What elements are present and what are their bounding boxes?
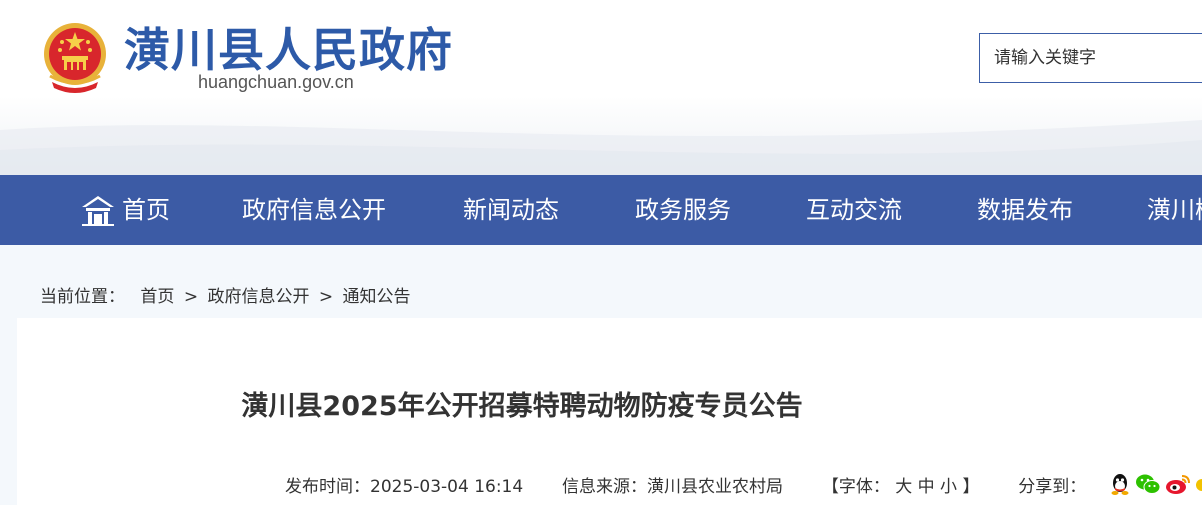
weibo-icon[interactable] [1165, 472, 1191, 496]
national-emblem-icon [44, 23, 106, 93]
site-title[interactable]: 潢川县人民政府 [124, 14, 453, 80]
site-domain: huangchuan.gov.cn [198, 72, 354, 92]
article-meta: 发布时间：2025-03-04 16:14 信息来源：潢川县农业农村局 【字体：… [285, 472, 1086, 497]
font-size-close: 】 [962, 477, 980, 497]
nav-item-home[interactable]: 首页 [122, 175, 170, 245]
article-container: 潢川县2025年公开招募特聘动物防疫专员公告 发布时间：2025-03-04 1… [17, 318, 1202, 505]
nav-item-interaction[interactable]: 互动交流 [806, 175, 902, 245]
main-nav: 首页 政府信息公开 新闻动态 政务服务 互动交流 数据发布 潢川概 [0, 175, 1202, 245]
search-box [979, 33, 1202, 83]
nav-item-data[interactable]: 数据发布 [977, 175, 1073, 245]
wechat-icon[interactable] [1135, 472, 1161, 496]
site-header: 潢川县人民政府 huangchuan.gov.cn [0, 0, 1202, 175]
font-size-open: 【字体： [821, 477, 890, 497]
article-title: 潢川县2025年公开招募特聘动物防疫专员公告 [241, 391, 803, 422]
breadcrumb-separator: > [183, 287, 199, 307]
breadcrumb-notice-link[interactable]: 通知公告 [343, 287, 411, 307]
more-share-icon[interactable] [1195, 472, 1202, 496]
breadcrumb: 当前位置： 首页 > 政府信息公开 > 通知公告 [40, 282, 411, 307]
search-input[interactable] [980, 34, 1202, 82]
nav-item-overview[interactable]: 潢川概 [1147, 175, 1202, 245]
font-size-large-button[interactable]: 大 [895, 472, 912, 497]
breadcrumb-gov-info-link[interactable]: 政府信息公开 [207, 287, 309, 307]
font-size-medium-button[interactable]: 中 [918, 472, 935, 497]
publish-label: 发布时间： [285, 477, 370, 497]
breadcrumb-separator: > [318, 287, 334, 307]
home-icon[interactable] [80, 193, 116, 227]
qq-icon[interactable] [1109, 472, 1131, 496]
nav-item-gov-info[interactable]: 政府信息公开 [242, 175, 386, 245]
share-label: 分享到： [1018, 477, 1087, 497]
nav-item-services[interactable]: 政务服务 [635, 175, 731, 245]
breadcrumb-home-link[interactable]: 首页 [140, 287, 174, 307]
source-label: 信息来源： [562, 477, 648, 497]
breadcrumb-prefix: 当前位置： [40, 287, 125, 307]
font-size-small-button[interactable]: 小 [940, 472, 957, 497]
nav-item-news[interactable]: 新闻动态 [463, 175, 559, 245]
source-value: 潢川县农业农村局 [647, 477, 784, 497]
publish-time: 2025-03-04 16:14 [370, 477, 524, 497]
